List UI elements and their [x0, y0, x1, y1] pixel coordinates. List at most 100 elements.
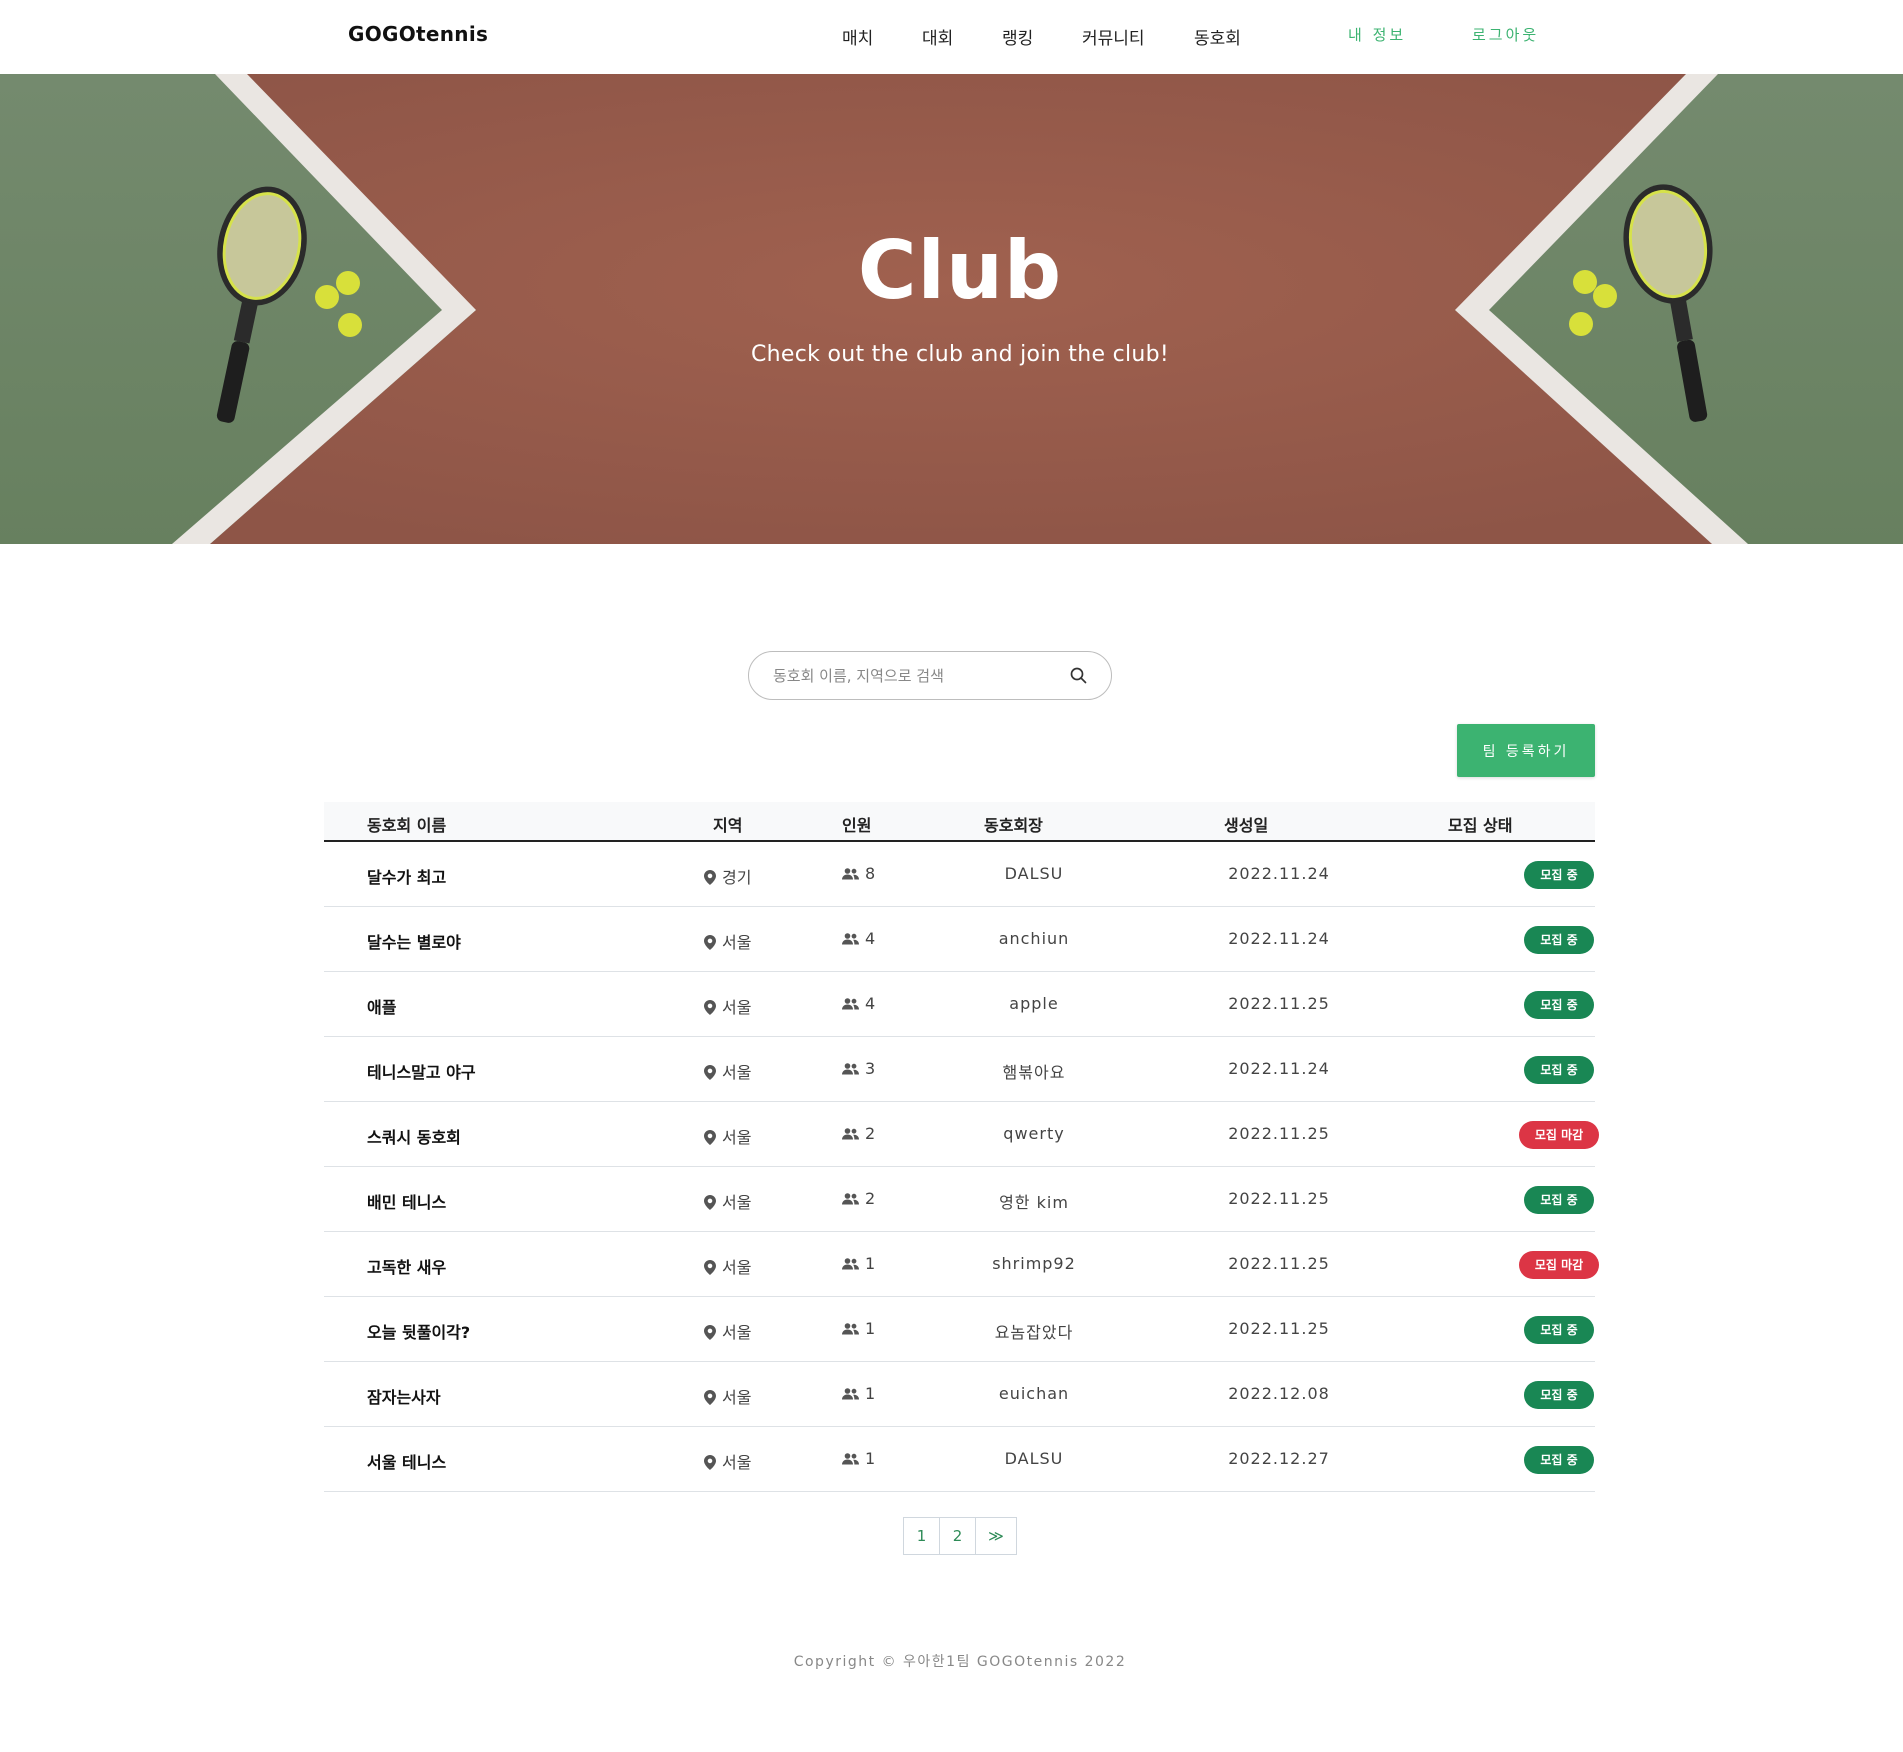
table-row[interactable]: 스쿼시 동호회 서울 2 qwerty 2022.11.25 모집 마감: [324, 1102, 1600, 1167]
column-header-name: 동호회 이름: [367, 816, 447, 835]
club-name[interactable]: 고독한 새우: [367, 1254, 446, 1278]
nav-tournament[interactable]: 대회: [922, 24, 953, 49]
hero-title: Club: [857, 224, 1063, 317]
logout-link[interactable]: 로그아웃: [1472, 24, 1539, 45]
table-row[interactable]: 잠자는사자 서울 1 euichan 2022.12.08 모집 중: [324, 1362, 1595, 1427]
column-header-captain: 동호회장: [984, 816, 1043, 835]
region-value: 서울: [722, 998, 752, 1017]
club-members: 8: [842, 864, 875, 884]
members-value: 1: [865, 1384, 876, 1403]
club-members: 2: [842, 1189, 875, 1209]
table-row[interactable]: 서울 테니스 서울 1 DALSU 2022.12.27 모집 중: [324, 1427, 1595, 1492]
club-created-date: 2022.11.25: [1228, 1189, 1330, 1208]
location-pin-icon: [704, 935, 716, 954]
status-badge: 모집 중: [1524, 1056, 1594, 1084]
status-cell: 모집 중: [1429, 861, 1689, 889]
page-2-button[interactable]: 2: [940, 1518, 976, 1554]
table-row[interactable]: 달수가 최고 경기 8 DALSU 2022.11.24 모집 중: [324, 842, 1595, 907]
members-value: 1: [865, 1254, 876, 1273]
status-badge: 모집 중: [1524, 1186, 1594, 1214]
users-icon: [842, 1125, 859, 1144]
club-created-date: 2022.11.25: [1228, 994, 1330, 1013]
club-created-date: 2022.11.24: [1228, 864, 1330, 883]
club-members: 4: [842, 929, 875, 949]
club-members: 1: [842, 1384, 875, 1404]
table-row[interactable]: 오늘 뒷풀이각? 서울 1 요놈잡았다 2022.11.25 모집 중: [324, 1297, 1595, 1362]
table-row[interactable]: 고독한 새우 서울 1 shrimp92 2022.11.25 모집 마감: [324, 1232, 1600, 1297]
members-value: 2: [865, 1124, 876, 1143]
club-region: 서울: [704, 929, 751, 954]
club-captain: 햄볶아요: [1002, 1063, 1066, 1082]
table-row[interactable]: 달수는 별로야 서울 4 anchiun 2022.11.24 모집 중: [324, 907, 1595, 972]
club-name[interactable]: 달수가 최고: [367, 864, 446, 888]
members-value: 1: [865, 1319, 876, 1338]
region-value: 서울: [722, 933, 752, 952]
status-cell: 모집 중: [1429, 926, 1689, 954]
status-cell: 모집 중: [1429, 991, 1689, 1019]
club-region: 서울: [704, 1124, 751, 1149]
status-cell: 모집 중: [1429, 1056, 1689, 1084]
club-created-date: 2022.11.24: [1228, 1059, 1330, 1078]
status-badge: 모집 중: [1524, 1381, 1594, 1409]
club-name[interactable]: 달수는 별로야: [367, 929, 461, 953]
location-pin-icon: [704, 1260, 716, 1279]
region-value: 서울: [722, 1453, 752, 1472]
status-badge: 모집 중: [1524, 861, 1594, 889]
club-name[interactable]: 테니스말고 야구: [367, 1059, 476, 1083]
club-created-date: 2022.11.24: [1228, 929, 1330, 948]
members-value: 2: [865, 1189, 876, 1208]
region-value: 경기: [722, 868, 752, 887]
region-value: 서울: [722, 1388, 752, 1407]
hero-banner: Club Check out the club and join the clu…: [0, 74, 1903, 544]
table-row[interactable]: 애플 서울 4 apple 2022.11.25 모집 중: [324, 972, 1595, 1037]
nav-club[interactable]: 동호회: [1194, 24, 1241, 49]
club-name[interactable]: 스쿼시 동호회: [367, 1124, 461, 1148]
club-captain: apple: [1009, 994, 1059, 1013]
status-cell: 모집 중: [1429, 1446, 1689, 1474]
next-page-button[interactable]: ≫: [976, 1518, 1016, 1554]
status-cell: 모집 중: [1429, 1316, 1689, 1344]
location-pin-icon: [704, 1130, 716, 1149]
nav-match[interactable]: 매치: [842, 24, 873, 49]
club-captain: DALSU: [1004, 1449, 1064, 1468]
club-created-date: 2022.11.25: [1228, 1319, 1330, 1338]
club-created-date: 2022.12.27: [1228, 1449, 1330, 1468]
region-value: 서울: [722, 1193, 752, 1212]
search-input[interactable]: [773, 664, 1053, 688]
location-pin-icon: [704, 1325, 716, 1344]
users-icon: [842, 1060, 859, 1079]
location-pin-icon: [704, 1000, 716, 1019]
search-icon[interactable]: [1069, 666, 1089, 686]
club-name[interactable]: 잠자는사자: [367, 1384, 441, 1408]
page-1-button[interactable]: 1: [904, 1518, 940, 1554]
club-created-date: 2022.11.25: [1228, 1124, 1330, 1143]
users-icon: [842, 1385, 859, 1404]
users-icon: [842, 930, 859, 949]
location-pin-icon: [704, 1390, 716, 1409]
top-navbar: GOGOtennis 매치 대회 랭킹 커뮤니티 동호회 내 정보 로그아웃: [0, 0, 1903, 74]
region-value: 서울: [722, 1323, 752, 1342]
table-row[interactable]: 배민 테니스 서울 2 영한 kim 2022.11.25 모집 중: [324, 1167, 1595, 1232]
club-region: 서울: [704, 1449, 751, 1474]
nav-community[interactable]: 커뮤니티: [1082, 24, 1145, 49]
club-name[interactable]: 오늘 뒷풀이각?: [367, 1319, 470, 1343]
club-region: 서울: [704, 1254, 751, 1279]
club-name[interactable]: 서울 테니스: [367, 1449, 446, 1473]
status-badge: 모집 마감: [1518, 1251, 1600, 1279]
table-row[interactable]: 테니스말고 야구 서울 3 햄볶아요 2022.11.24 모집 중: [324, 1037, 1595, 1102]
members-value: 4: [865, 994, 876, 1013]
status-badge: 모집 중: [1524, 1316, 1594, 1344]
club-members: 4: [842, 994, 875, 1014]
nav-ranking[interactable]: 랭킹: [1002, 24, 1033, 49]
club-captain: anchiun: [998, 929, 1070, 948]
column-header-members: 인원: [842, 816, 872, 835]
club-search-box: [748, 651, 1112, 700]
users-icon: [842, 995, 859, 1014]
site-logo[interactable]: GOGOtennis: [348, 22, 488, 46]
register-team-button[interactable]: 팀 등록하기: [1457, 724, 1595, 777]
club-name[interactable]: 배민 테니스: [367, 1189, 446, 1213]
my-info-link[interactable]: 내 정보: [1348, 24, 1406, 45]
club-name[interactable]: 애플: [367, 994, 396, 1018]
column-header-status: 모집 상태: [1448, 816, 1513, 835]
club-captain: qwerty: [1003, 1124, 1065, 1143]
